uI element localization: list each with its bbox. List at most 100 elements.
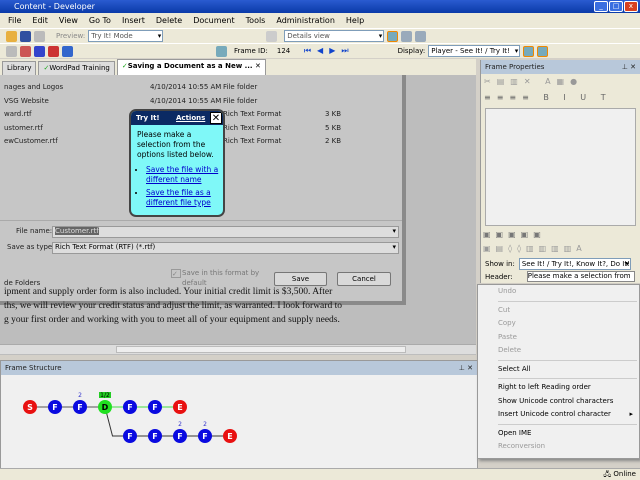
file-name[interactable]: ewCustomer.rtf bbox=[4, 137, 58, 145]
delete-frame-icon[interactable] bbox=[48, 45, 59, 57]
panel-header: Frame Properties ⊥ ✕ bbox=[481, 60, 640, 74]
show-in-select[interactable]: See It! / Try It!, Know It?, Do It! bbox=[518, 257, 631, 270]
tab-saving-document[interactable]: ✓Saving a Document as a New ... ✕ bbox=[116, 59, 266, 75]
save-button[interactable]: Save bbox=[274, 272, 327, 286]
network-icon: 🖧 bbox=[603, 470, 612, 478]
file-name[interactable]: ustomer.rtf bbox=[4, 124, 43, 132]
menu-separator bbox=[498, 423, 637, 425]
layout-icon[interactable] bbox=[387, 30, 399, 42]
frame-structure-panel: Frame Structure ⊥ ✕ S F F 2 D 1/2 F F E F F F 2 F 2 E bbox=[0, 360, 478, 470]
chevron-down-icon[interactable]: ▾ bbox=[392, 243, 396, 251]
menu-help[interactable]: Help bbox=[346, 16, 364, 25]
default-format-checkbox[interactable]: ✓ bbox=[171, 269, 181, 278]
save-icon[interactable] bbox=[20, 30, 31, 42]
frame-text-editor[interactable] bbox=[485, 108, 636, 226]
context-item-select-all[interactable]: Select All bbox=[478, 363, 639, 377]
option-different-type-link[interactable]: Save the file as a different file type bbox=[146, 188, 211, 207]
layout-split-icon[interactable] bbox=[401, 30, 413, 42]
frame-graph: S F F 2 D 1/2 F F E F F F 2 F 2 E bbox=[23, 392, 237, 443]
layout-columns-icon[interactable] bbox=[415, 30, 427, 42]
nav-icon[interactable] bbox=[216, 45, 227, 57]
option-different-name-link[interactable]: Save the file with a different name bbox=[146, 165, 218, 184]
action-toolbar[interactable]: ▣▤◊◊▥▥▥▥A bbox=[481, 242, 640, 256]
frame-id-value: 124 bbox=[276, 47, 291, 55]
show-in-label: Show in: bbox=[485, 259, 515, 268]
close-tab-icon[interactable]: ✕ bbox=[255, 62, 261, 70]
header-input[interactable]: Please make a selection from bbox=[526, 271, 635, 282]
shield-icon[interactable] bbox=[6, 45, 17, 57]
menu-view[interactable]: View bbox=[59, 16, 78, 25]
try-it-bubble: Try It! Actions ✕ Please make a selectio… bbox=[129, 109, 225, 217]
menu-go-to[interactable]: Go To bbox=[89, 16, 111, 25]
format-toolbar[interactable]: ≡≡≡≡ B I U T bbox=[481, 90, 640, 106]
context-item-undo[interactable]: Undo bbox=[478, 285, 639, 299]
menu-file[interactable]: File bbox=[8, 16, 21, 25]
help-icon[interactable] bbox=[266, 30, 278, 42]
menu-insert[interactable]: Insert bbox=[122, 16, 145, 25]
file-type: Rich Text Format bbox=[223, 123, 282, 132]
menu-document[interactable]: Document bbox=[193, 16, 234, 25]
file-size: 3 KB bbox=[325, 110, 342, 118]
file-name-input[interactable]: Customer.rtf ▾ bbox=[52, 226, 399, 238]
scrollbar-thumb[interactable] bbox=[116, 346, 406, 353]
pin-close-icons[interactable]: ⊥ ✕ bbox=[459, 361, 473, 375]
toolbar-standard: Preview: Try It! Mode Details view bbox=[0, 28, 640, 43]
bubble-toolbar[interactable]: ▣▣▣▣▣ bbox=[481, 228, 640, 242]
frame-navigation-icon[interactable]: ⏮◀▶⏭ bbox=[304, 46, 355, 56]
save-type-select[interactable]: Rich Text Format (RTF) (*.rtf) ▾ bbox=[52, 242, 399, 254]
tab-library[interactable]: Library bbox=[2, 61, 37, 75]
pin-close-icons[interactable]: ⊥ ✕ bbox=[622, 60, 636, 74]
menu-delete[interactable]: Delete bbox=[156, 16, 182, 25]
display-select[interactable]: Player - See It! / Try It! bbox=[428, 45, 521, 57]
cancel-button[interactable]: Cancel bbox=[337, 272, 391, 286]
print-icon[interactable] bbox=[34, 30, 45, 42]
find-icon[interactable] bbox=[20, 45, 31, 57]
open-icon[interactable] bbox=[6, 30, 17, 42]
minimize-button[interactable]: _ bbox=[594, 1, 608, 12]
file-name[interactable]: VSG Website bbox=[4, 97, 49, 105]
print-preview-icon[interactable] bbox=[537, 45, 549, 57]
menu-administration[interactable]: Administration bbox=[276, 16, 335, 25]
context-item-cut[interactable]: Cut bbox=[478, 304, 639, 318]
status-text: Online bbox=[613, 470, 636, 478]
menu-tools[interactable]: Tools bbox=[246, 16, 266, 25]
close-button[interactable]: x bbox=[624, 1, 638, 12]
context-item-right-to-left-reading-order[interactable]: Right to left Reading order bbox=[478, 381, 639, 395]
close-icon[interactable]: ✕ bbox=[210, 112, 222, 124]
view-select[interactable]: Details view bbox=[284, 30, 385, 42]
file-type: File folder bbox=[223, 83, 258, 91]
insert-frame-icon[interactable] bbox=[34, 45, 45, 57]
frame-node-label: D bbox=[102, 403, 109, 412]
context-item-reconversion[interactable]: Reconversion bbox=[478, 440, 639, 454]
preview-label: Preview: bbox=[56, 32, 86, 40]
frame-node-label: F bbox=[177, 432, 182, 441]
edit-toolbar[interactable]: ✂▤▥✕ A▦● bbox=[481, 74, 640, 90]
file-date: 4/10/2014 10:55 AM bbox=[150, 96, 222, 105]
file-name[interactable]: ward.rtf bbox=[4, 110, 32, 118]
toolbar-frame: Frame ID: 124 ⏮◀▶⏭ Display: Player - See… bbox=[0, 43, 640, 58]
frame-node-label: F bbox=[127, 403, 132, 412]
preview-mode-select[interactable]: Try It! Mode bbox=[88, 30, 164, 42]
maximize-button[interactable]: □ bbox=[609, 1, 623, 12]
save-type-label: Save as type: bbox=[7, 243, 55, 251]
context-item-open-ime[interactable]: Open IME bbox=[478, 427, 639, 441]
menu-edit[interactable]: Edit bbox=[32, 16, 48, 25]
context-item-show-unicode-control-characters[interactable]: Show Unicode control characters bbox=[478, 395, 639, 409]
file-type: Rich Text Format bbox=[223, 110, 282, 118]
try-it-header: Try It! Actions ✕ bbox=[131, 111, 223, 125]
decision-icon[interactable] bbox=[62, 45, 73, 57]
file-name[interactable]: nages and Logos bbox=[4, 83, 63, 91]
save-type-value: Rich Text Format (RTF) (*.rtf) bbox=[55, 243, 156, 251]
tab-wordpad-training[interactable]: ✓WordPad Training bbox=[38, 61, 115, 75]
context-item-paste[interactable]: Paste bbox=[478, 331, 639, 345]
horizontal-scrollbar[interactable] bbox=[0, 344, 476, 354]
actions-link[interactable]: Actions bbox=[176, 111, 205, 125]
context-item-delete[interactable]: Delete bbox=[478, 344, 639, 358]
chevron-down-icon[interactable]: ▾ bbox=[392, 227, 396, 235]
menu-separator bbox=[498, 378, 637, 379]
player-icon[interactable] bbox=[523, 45, 535, 57]
title-bar: Content - Developer _ □ x bbox=[0, 0, 640, 13]
document-text: ipment and supply order form is also inc… bbox=[4, 285, 404, 327]
context-item-insert-unicode-control-character[interactable]: Insert Unicode control character ▸ bbox=[478, 408, 639, 422]
context-item-copy[interactable]: Copy bbox=[478, 317, 639, 331]
